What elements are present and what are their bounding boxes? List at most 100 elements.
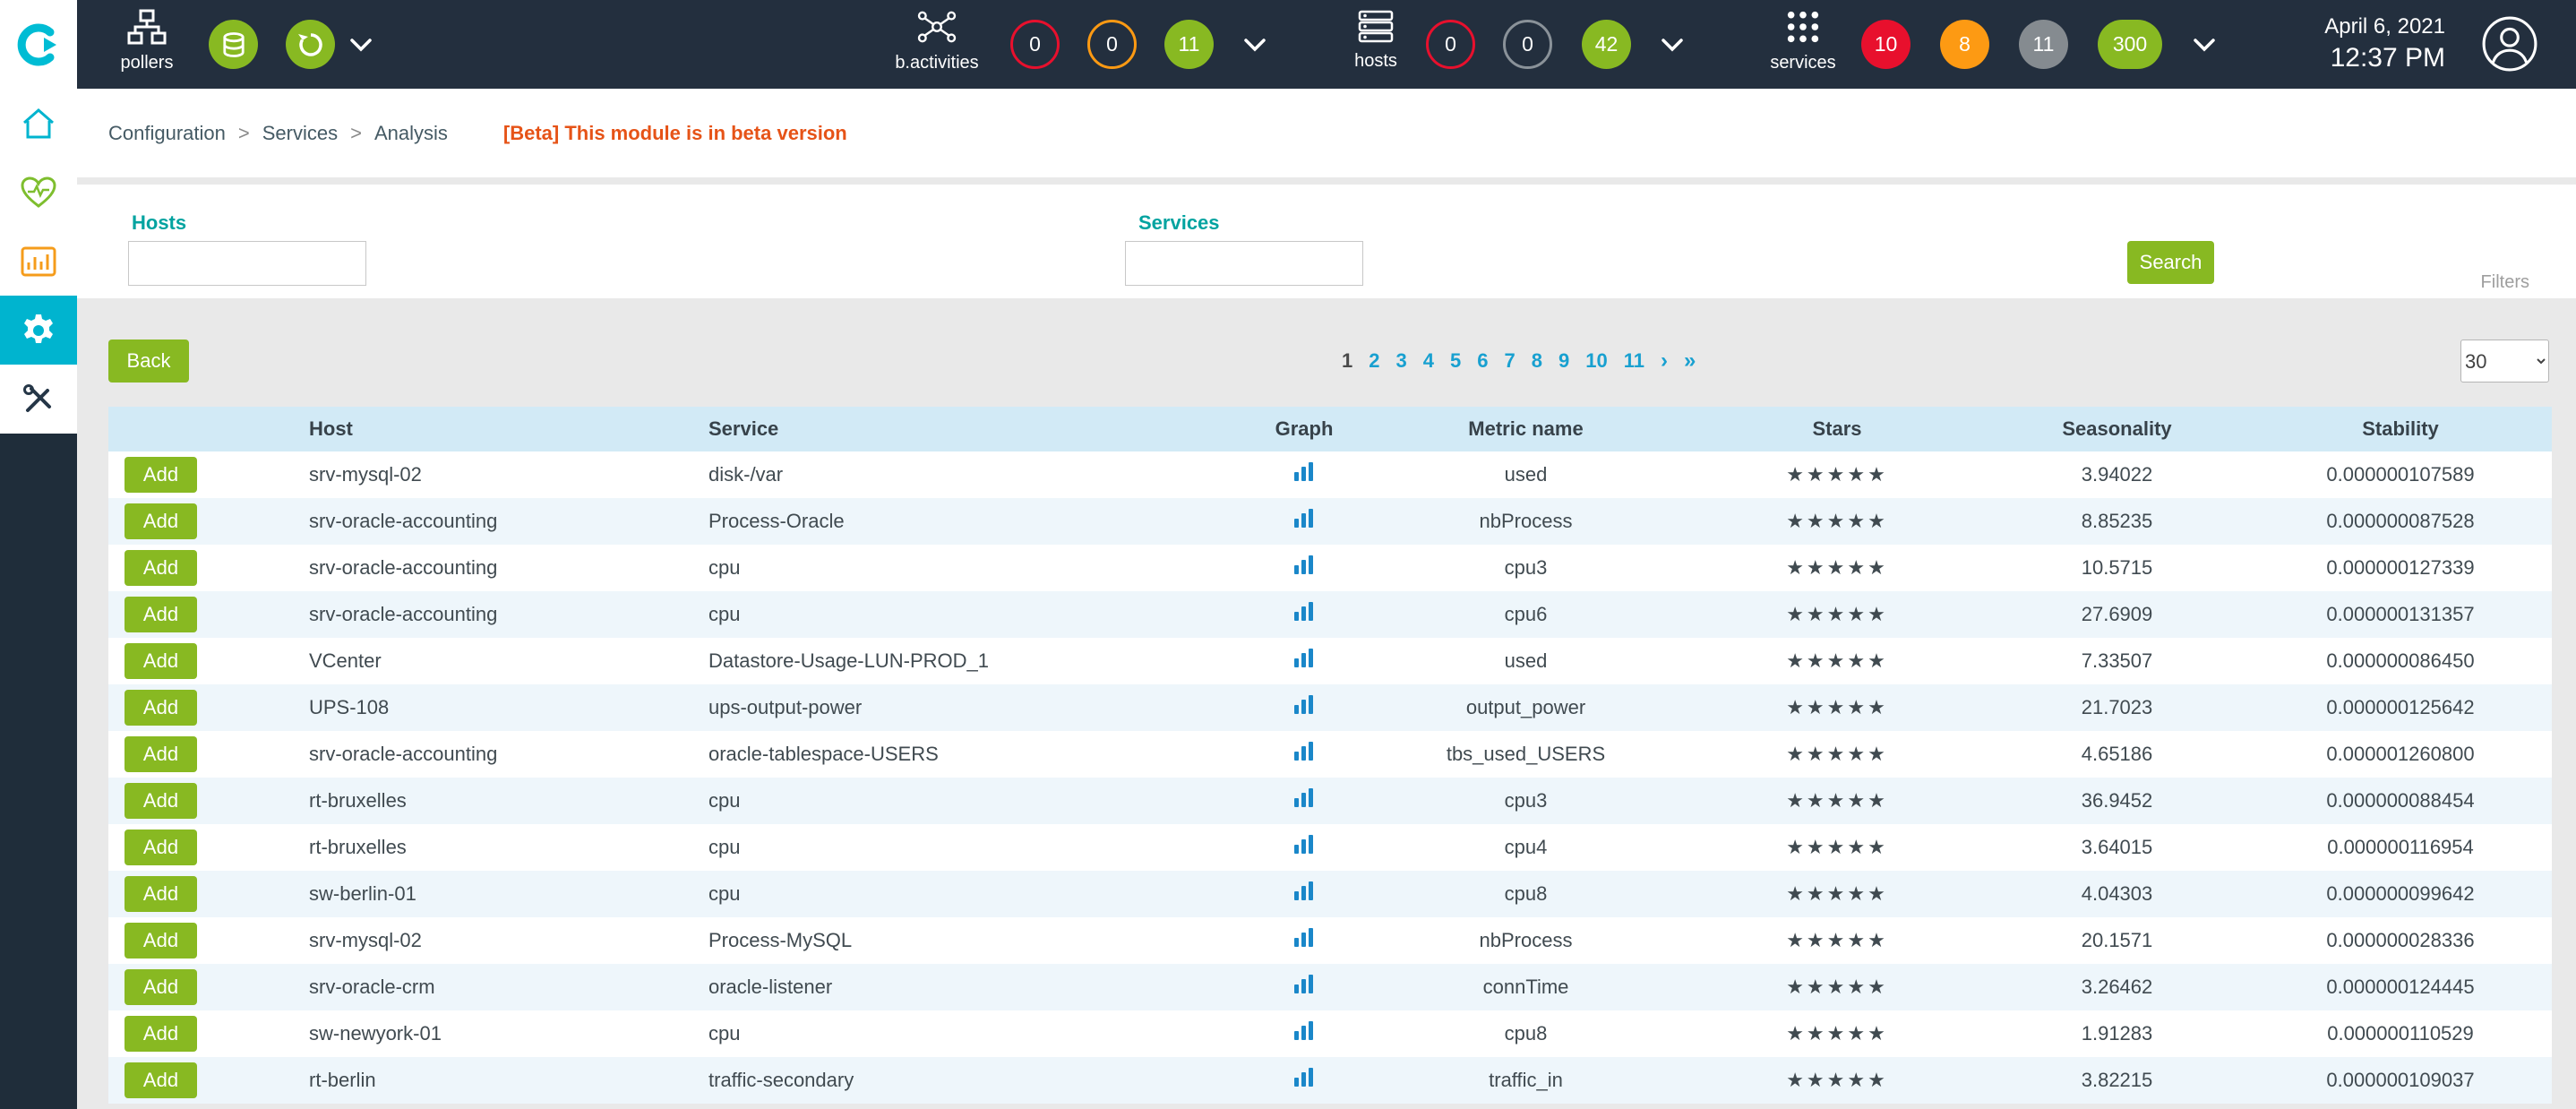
breadcrumb-item-analysis[interactable]: Analysis: [374, 122, 448, 145]
bactivities-chevron-down-icon[interactable]: [1243, 38, 1267, 56]
add-button[interactable]: Add: [125, 830, 197, 865]
add-button[interactable]: Add: [125, 876, 197, 912]
table-row: Add srv-oracle-crm oracle-listener connT…: [108, 964, 2552, 1010]
page-size-select[interactable]: 30: [2460, 340, 2549, 383]
back-button[interactable]: Back: [108, 340, 189, 383]
page-link[interactable]: 5: [1450, 349, 1461, 373]
add-button[interactable]: Add: [125, 690, 197, 726]
breadcrumb-separator: >: [238, 122, 250, 145]
graph-icon[interactable]: [1292, 554, 1316, 581]
services-critical-badge[interactable]: 10: [1861, 20, 1911, 69]
page-link[interactable]: 11: [1624, 349, 1644, 373]
pagination-next[interactable]: ›: [1661, 348, 1668, 374]
page-link[interactable]: 4: [1423, 349, 1434, 373]
poller-configuration-status[interactable]: [286, 20, 335, 69]
stars-rating: ★★★★★: [1689, 778, 1985, 824]
graph-icon[interactable]: [1292, 1067, 1316, 1094]
services-ok-badge[interactable]: 300: [2098, 20, 2162, 69]
pollers-menu[interactable]: pollers: [106, 9, 188, 73]
add-button[interactable]: Add: [125, 923, 197, 959]
add-button[interactable]: Add: [125, 1016, 197, 1052]
services-unknown-badge[interactable]: 11: [2019, 20, 2068, 69]
page-link[interactable]: 2: [1369, 349, 1379, 373]
graph-icon[interactable]: [1292, 834, 1316, 861]
seasonality-cell: 4.65186: [1985, 731, 2249, 778]
graph-icon[interactable]: [1292, 601, 1316, 628]
bactivities-critical-badge[interactable]: 0: [1010, 20, 1060, 69]
add-button[interactable]: Add: [125, 969, 197, 1005]
bactivities-ok-badge[interactable]: 11: [1164, 20, 1214, 69]
services-filter-input[interactable]: [1125, 241, 1363, 286]
page-link[interactable]: 9: [1558, 349, 1569, 373]
hosts-filter-input[interactable]: [128, 241, 366, 286]
add-button[interactable]: Add: [125, 503, 197, 539]
add-button[interactable]: Add: [125, 457, 197, 493]
add-button[interactable]: Add: [125, 1062, 197, 1098]
seasonality-cell: 8.85235: [1985, 498, 2249, 545]
graph-icon[interactable]: [1292, 648, 1316, 675]
table-row: Add rt-bruxelles cpu cpu3 ★★★★★ 36.9452 …: [108, 778, 2552, 824]
toolbar: Back 123456789 10 11 › » 30: [77, 298, 2576, 407]
sidebar-item-administration[interactable]: [0, 365, 77, 434]
stability-cell: 0.000000124445: [2249, 964, 2552, 1010]
pollers-chevron-down-icon[interactable]: [349, 38, 373, 56]
sidebar-item-reporting[interactable]: [0, 227, 77, 296]
stability-cell: 0.000000086450: [2249, 638, 2552, 684]
graph-icon[interactable]: [1292, 461, 1316, 488]
stars-rating: ★★★★★: [1689, 1057, 1985, 1104]
hosts-down-badge[interactable]: 0: [1426, 20, 1475, 69]
pagination-last[interactable]: »: [1684, 348, 1696, 374]
page-link[interactable]: 10: [1585, 349, 1607, 373]
filters-label[interactable]: Filters: [2481, 272, 2529, 293]
add-button[interactable]: Add: [125, 597, 197, 632]
add-button[interactable]: Add: [125, 783, 197, 819]
page-link[interactable]: 7: [1505, 349, 1516, 373]
graph-icon[interactable]: [1292, 881, 1316, 907]
hosts-unreachable-badge[interactable]: 0: [1503, 20, 1552, 69]
hosts-up-badge[interactable]: 42: [1582, 20, 1631, 69]
add-button[interactable]: Add: [125, 643, 197, 679]
graph-icon[interactable]: [1292, 741, 1316, 768]
poller-database-status[interactable]: [209, 20, 258, 69]
host-cell: srv-oracle-accounting: [288, 545, 691, 591]
page-link[interactable]: 1: [1342, 349, 1352, 373]
search-button[interactable]: Search: [2127, 241, 2214, 284]
page-link[interactable]: 3: [1396, 349, 1407, 373]
add-button[interactable]: Add: [125, 550, 197, 586]
bactivities-menu[interactable]: b.activities: [887, 9, 987, 73]
stars-rating: ★★★★★: [1689, 731, 1985, 778]
pagination: 123456789 10 11 › »: [1334, 348, 1704, 374]
graph-icon[interactable]: [1292, 694, 1316, 721]
hosts-chevron-down-icon[interactable]: [1661, 38, 1684, 56]
metric-cell: cpu8: [1362, 1010, 1689, 1057]
bactivities-warning-badge[interactable]: 0: [1087, 20, 1137, 69]
sidebar-item-monitoring[interactable]: [0, 158, 77, 227]
services-chevron-down-icon[interactable]: [2193, 38, 2216, 56]
breadcrumb-item-services[interactable]: Services: [262, 122, 338, 145]
metric-cell: traffic_in: [1362, 1057, 1689, 1104]
breadcrumb-item-configuration[interactable]: Configuration: [108, 122, 226, 145]
analysis-table: Host Service Graph Metric name Stars Sea…: [108, 407, 2552, 1104]
graph-icon[interactable]: [1292, 974, 1316, 1001]
services-warning-badge[interactable]: 8: [1940, 20, 1989, 69]
sidebar-item-home[interactable]: [0, 89, 77, 158]
graph-icon[interactable]: [1292, 1020, 1316, 1047]
services-menu[interactable]: services: [1756, 9, 1850, 73]
metric-cell: nbProcess: [1362, 498, 1689, 545]
stars-rating: ★★★★★: [1689, 591, 1985, 638]
stars-rating: ★★★★★: [1689, 498, 1985, 545]
col-header-seasonality: Seasonality: [1985, 407, 2249, 451]
gear-icon: [21, 313, 56, 348]
user-menu[interactable]: [2481, 15, 2538, 77]
graph-icon[interactable]: [1292, 787, 1316, 814]
page-link[interactable]: 8: [1532, 349, 1542, 373]
centreon-logo[interactable]: [0, 0, 77, 89]
graph-icon[interactable]: [1292, 508, 1316, 535]
sidebar-item-configuration[interactable]: [0, 296, 77, 365]
graph-icon[interactable]: [1292, 927, 1316, 954]
stability-cell: 0.000000127339: [2249, 545, 2552, 591]
service-cell: Datastore-Usage-LUN-PROD_1: [691, 638, 1246, 684]
add-button[interactable]: Add: [125, 736, 197, 772]
page-link[interactable]: 6: [1477, 349, 1488, 373]
hosts-menu[interactable]: hosts: [1333, 9, 1419, 72]
